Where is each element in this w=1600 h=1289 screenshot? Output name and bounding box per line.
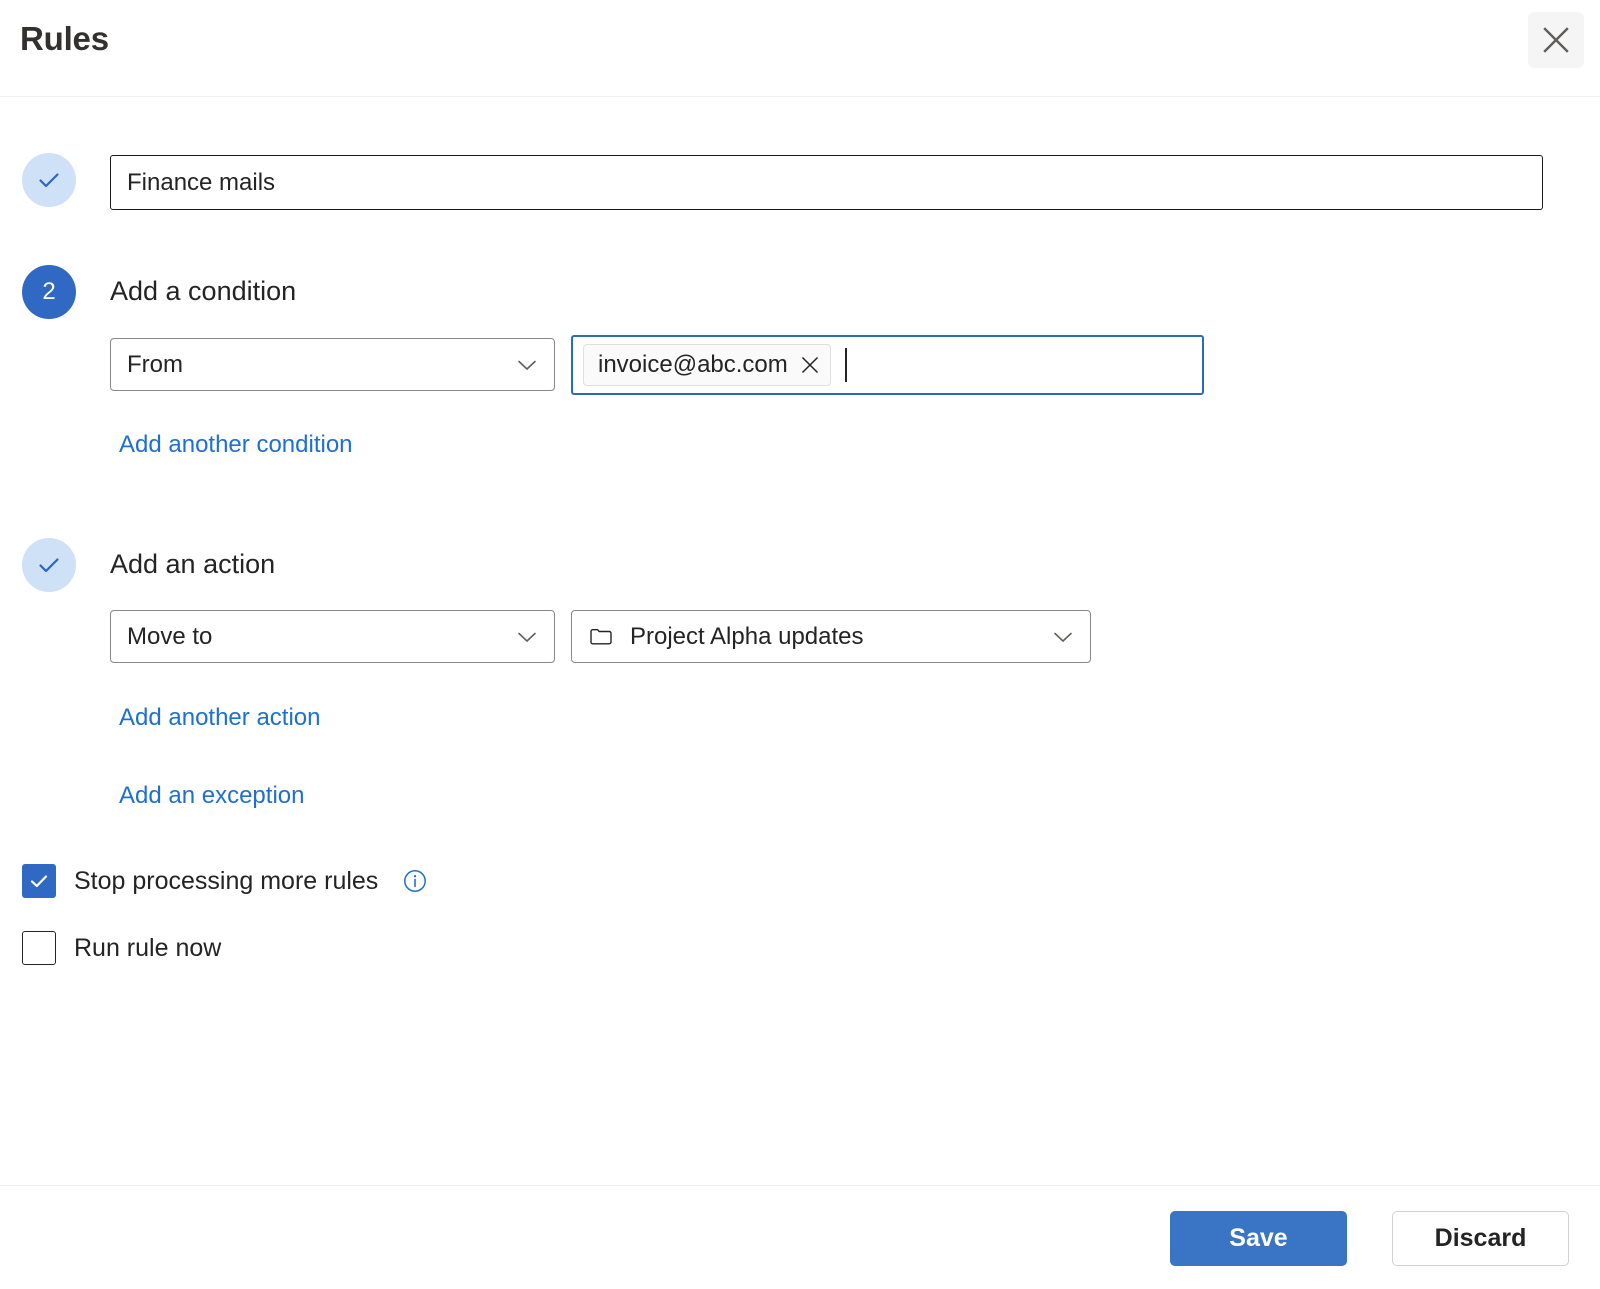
page-title: Rules xyxy=(20,20,109,57)
text-cursor xyxy=(844,348,847,382)
run-rule-now-checkbox-row[interactable]: Run rule now xyxy=(22,931,221,965)
action-section: Add an action Move to Project Alpha upda… xyxy=(0,538,1600,918)
add-another-condition-link[interactable]: Add another condition xyxy=(119,431,353,459)
chevron-down-icon xyxy=(514,624,540,650)
chevron-down-icon xyxy=(514,352,540,378)
rule-name-step-marker xyxy=(22,153,76,207)
condition-field-value: From xyxy=(127,350,183,378)
save-button[interactable]: Save xyxy=(1170,1211,1347,1266)
check-icon xyxy=(27,869,51,893)
add-another-action-link[interactable]: Add another action xyxy=(119,704,320,732)
stop-processing-checkbox[interactable] xyxy=(22,864,56,898)
info-icon[interactable] xyxy=(402,868,428,894)
panel-body: 2 Add a condition From invoice@abc.com xyxy=(0,97,1600,1185)
rule-name-section xyxy=(0,97,1600,227)
check-icon xyxy=(35,166,63,194)
run-rule-now-label: Run rule now xyxy=(74,933,222,962)
rule-name-input[interactable] xyxy=(110,155,1543,210)
stop-processing-label: Stop processing more rules xyxy=(74,866,379,895)
condition-section: 2 Add a condition From invoice@abc.com A… xyxy=(0,265,1600,555)
check-icon xyxy=(35,551,63,579)
action-type-dropdown[interactable]: Move to xyxy=(110,610,555,663)
folder-icon xyxy=(588,624,614,650)
discard-button[interactable]: Discard xyxy=(1392,1211,1569,1266)
condition-heading: Add a condition xyxy=(110,276,297,306)
recipient-token-label: invoice@abc.com xyxy=(598,351,788,378)
add-an-exception-link[interactable]: Add an exception xyxy=(119,782,304,810)
action-step-marker xyxy=(22,538,76,592)
step-number: 2 xyxy=(42,278,56,305)
stop-processing-checkbox-row[interactable]: Stop processing more rules xyxy=(22,864,428,898)
panel-footer: Save Discard xyxy=(0,1185,1600,1289)
chevron-down-icon xyxy=(1050,624,1076,650)
action-type-value: Move to xyxy=(127,622,213,650)
action-target-dropdown[interactable]: Project Alpha updates xyxy=(571,610,1091,663)
recipient-token[interactable]: invoice@abc.com xyxy=(583,344,831,386)
close-icon xyxy=(1541,25,1571,55)
run-rule-now-checkbox[interactable] xyxy=(22,931,56,965)
condition-value-field[interactable]: invoice@abc.com xyxy=(571,335,1204,395)
close-icon[interactable] xyxy=(800,355,820,375)
condition-field-dropdown[interactable]: From xyxy=(110,338,555,391)
action-target-value: Project Alpha updates xyxy=(630,622,864,650)
panel-header: Rules xyxy=(0,0,1600,97)
action-heading: Add an action xyxy=(110,549,276,579)
close-button[interactable] xyxy=(1528,12,1584,68)
condition-step-marker: 2 xyxy=(22,265,76,319)
